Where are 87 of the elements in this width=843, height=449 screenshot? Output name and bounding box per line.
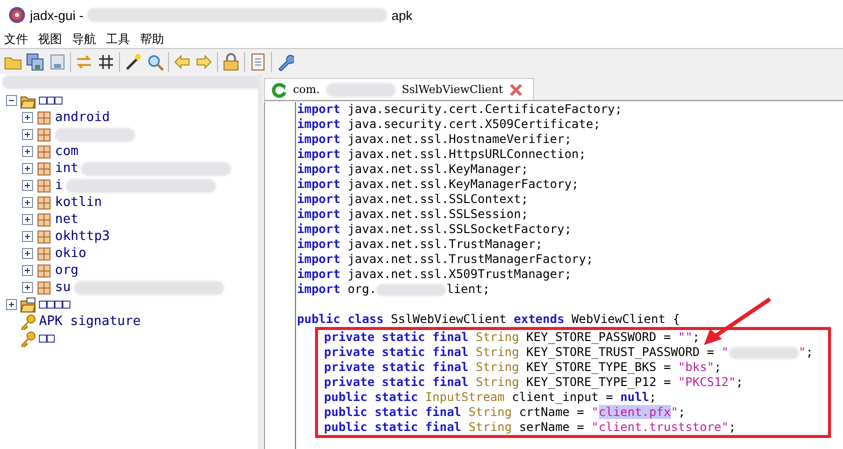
left-arrow-icon[interactable] xyxy=(173,52,191,70)
open-folder-icon xyxy=(20,296,36,312)
tree-item[interactable]: kotlin xyxy=(55,195,102,210)
tree-item[interactable]: □□□□ xyxy=(39,297,70,312)
code-line: public static InputStream client_input = null; xyxy=(323,390,658,405)
disks-icon[interactable] xyxy=(26,52,44,70)
expand-toggle[interactable] xyxy=(22,282,33,293)
window-title: jadx-gui - xyxy=(30,8,84,22)
expand-toggle[interactable] xyxy=(22,231,33,242)
redaction-blur xyxy=(326,82,396,96)
key-icon xyxy=(20,330,36,346)
expand-toggle[interactable] xyxy=(22,214,33,225)
package-icon xyxy=(36,144,52,160)
code-line: import javax.net.ssl.HttpsURLConnection; xyxy=(297,147,587,162)
package-icon xyxy=(36,280,52,296)
grid-icon[interactable] xyxy=(97,52,115,70)
code-line: import javax.net.ssl.KeyManager; xyxy=(297,162,530,177)
code-line: import javax.net.ssl.SSLSession; xyxy=(297,207,530,222)
tree-item[interactable]: net xyxy=(55,212,78,227)
search-icon[interactable] xyxy=(146,52,164,70)
tree-item[interactable]: android xyxy=(55,110,110,125)
expand-toggle[interactable] xyxy=(22,163,33,174)
editor-tab[interactable]: com. SslWebViewClient xyxy=(264,78,534,100)
code-line: import java.security.cert.X509Certificate; xyxy=(297,117,602,132)
tree-item[interactable]: □□ xyxy=(39,331,55,346)
collapse-toggle[interactable] xyxy=(6,95,17,106)
tab-label: SslWebViewClient xyxy=(402,83,504,96)
expand-toggle[interactable] xyxy=(22,112,33,123)
app-icon xyxy=(8,6,26,24)
window-title: apk xyxy=(391,8,412,22)
lock-icon[interactable] xyxy=(222,52,240,70)
code-line: import javax.net.ssl.TrustManagerFactory; xyxy=(297,252,594,267)
menu-item[interactable]: 文件 xyxy=(4,30,28,48)
code-line: import org. lient; xyxy=(297,282,491,297)
tree-item[interactable]: APK signature xyxy=(39,314,141,329)
expand-toggle[interactable] xyxy=(22,265,33,276)
code-line: public static final String crtName = "client.pfx"; xyxy=(323,405,686,420)
menu-item[interactable]: 工具 xyxy=(106,30,130,48)
menu-item[interactable]: 导航 xyxy=(72,30,96,48)
package-icon xyxy=(36,212,52,228)
code-line: private static final String KEY_STORE_PASSWORD = ""; xyxy=(300,330,828,345)
code-line: public class SslWebViewClient extends WebViewClient { xyxy=(297,312,681,327)
key-icon xyxy=(20,314,36,330)
expand-toggle[interactable] xyxy=(6,299,17,310)
package-icon xyxy=(36,126,52,142)
code-line: import java.security.cert.CertificateFactory; xyxy=(297,102,624,117)
code-line: private static final String KEY_STORE_TRUST_PASSWORD = " "; xyxy=(323,345,814,360)
notebook-icon[interactable] xyxy=(249,52,267,70)
right-arrow-icon[interactable] xyxy=(195,52,213,70)
menu-item[interactable]: 视图 xyxy=(38,30,62,48)
package-icon xyxy=(36,262,52,278)
code-line: import javax.net.ssl.KeyManagerFactory; xyxy=(297,177,580,192)
tree-item[interactable]: org xyxy=(55,263,78,278)
package-icon xyxy=(36,246,52,262)
code-line: private static final String KEY_STORE_TYPE_BKS = "bks"; xyxy=(323,360,722,375)
code-line: import javax.net.ssl.SSLContext; xyxy=(297,192,530,207)
tree-item[interactable]: □□□ xyxy=(39,93,62,108)
code-line: public static final String serName = "client.truststore"; xyxy=(323,420,737,435)
expand-toggle[interactable] xyxy=(22,146,33,157)
expand-toggle[interactable] xyxy=(22,197,33,208)
expand-toggle[interactable] xyxy=(22,248,33,259)
code-line: import javax.net.ssl.TrustManager; xyxy=(297,237,544,252)
wrench-icon[interactable] xyxy=(276,52,294,70)
tab-label: com. xyxy=(293,83,320,96)
code-line: import javax.net.ssl.SSLSocketFactory; xyxy=(297,222,573,237)
refresh-icon xyxy=(271,82,287,98)
package-icon xyxy=(36,160,52,176)
tree-item[interactable]: i xyxy=(55,178,63,193)
tree-item[interactable]: com xyxy=(55,144,78,159)
code-line: import javax.net.ssl.X509TrustManager; xyxy=(297,267,573,282)
tree-item[interactable]: int xyxy=(55,161,78,176)
code-line: private static final String KEY_STORE_TYPE_P12 = "PKCS12"; xyxy=(323,375,744,390)
package-icon xyxy=(36,228,52,244)
wand-icon[interactable] xyxy=(124,52,142,70)
tree-item[interactable]: okhttp3 xyxy=(55,229,110,244)
code-line: import javax.net.ssl.HostnameVerifier; xyxy=(297,132,573,147)
redaction-blur xyxy=(728,346,799,359)
tree-item[interactable]: su xyxy=(55,280,71,295)
tree-item[interactable]: okio xyxy=(55,246,86,261)
menu-item[interactable]: 帮助 xyxy=(140,30,164,48)
expand-toggle[interactable] xyxy=(22,129,33,140)
redaction-blur xyxy=(376,284,446,296)
package-icon xyxy=(36,110,52,126)
package-icon xyxy=(36,178,52,194)
package-icon xyxy=(36,194,52,210)
close-icon[interactable] xyxy=(509,82,524,96)
expand-toggle[interactable] xyxy=(22,180,33,191)
